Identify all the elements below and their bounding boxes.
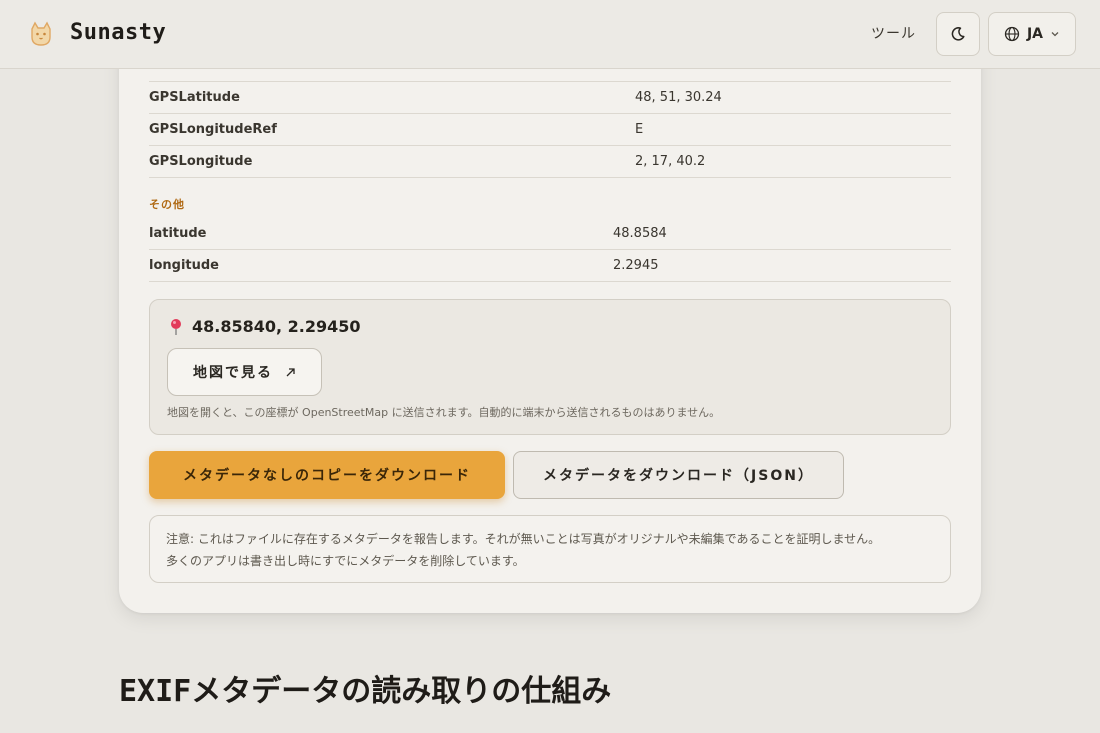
top-header: Sunasty ツール JA (0, 0, 1100, 69)
table-row: latitude 48.8584 (149, 218, 951, 250)
cat-logo-icon[interactable] (26, 19, 56, 49)
chevron-down-icon (1051, 32, 1059, 37)
table-row: GPSLatitude 48, 51, 30.24 (149, 82, 951, 114)
notice-line-2: 多くのアプリは書き出し時にすでにメタデータを削除しています。 (166, 554, 525, 568)
table-row: GPSLongitude 2, 17, 40.2 (149, 146, 951, 178)
row-key: GPSLongitude (149, 154, 253, 169)
language-label: JA (1026, 26, 1044, 42)
row-key: longitude (149, 258, 219, 273)
coordinates-text: 48.85840, 2.29450 (192, 317, 361, 336)
row-key: latitude (149, 226, 207, 241)
row-key: GPSLatitude (149, 90, 240, 105)
section-title-other: その他 (149, 198, 185, 211)
section-heading: EXIFメタデータの読み取りの仕組み (119, 666, 611, 710)
theme-toggle-button[interactable] (936, 12, 980, 56)
location-panel: 48.85840, 2.29450 地図で見る 地図を開くと、この座標が Ope… (149, 299, 951, 435)
brand-name[interactable]: Sunasty (70, 20, 166, 45)
row-value: 2.2945 (613, 258, 659, 273)
view-on-map-label: 地図で見る (193, 365, 273, 381)
disclaimer-notice: 注意: これはファイルに存在するメタデータを報告します。それが無いことは写真がオ… (149, 515, 951, 583)
metadata-card: GPSLatitudeRef N GPSLatitude 48, 51, 30.… (119, 30, 981, 613)
external-arrow-icon (286, 367, 295, 376)
view-on-map-button[interactable]: 地図で見る (167, 348, 322, 396)
map-pin-icon (171, 318, 181, 335)
row-key: GPSLongitudeRef (149, 122, 277, 137)
nav-tools-link[interactable]: ツール (871, 23, 916, 43)
download-stripped-copy-button[interactable]: メタデータなしのコピーをダウンロード (149, 451, 505, 499)
table-row: longitude 2.2945 (149, 250, 951, 282)
section-heading-mono: EXIF (119, 674, 192, 709)
globe-icon (1004, 26, 1020, 42)
section-heading-rest: メタデータの読み取りの仕組み (191, 674, 612, 709)
row-value: 48, 51, 30.24 (635, 90, 722, 105)
download-json-button[interactable]: メタデータをダウンロード（JSON） (513, 451, 844, 499)
row-value: 48.8584 (613, 226, 667, 241)
notice-line-1: 注意: これはファイルに存在するメタデータを報告します。それが無いことは写真がオ… (166, 532, 881, 546)
table-row: GPSLongitudeRef E (149, 114, 951, 146)
row-value: 2, 17, 40.2 (635, 154, 706, 169)
row-value: E (635, 122, 644, 137)
moon-icon (951, 27, 965, 41)
language-select-button[interactable]: JA (988, 12, 1076, 56)
map-privacy-note: 地図を開くと、この座標が OpenStreetMap に送信されます。自動的に端… (167, 406, 721, 419)
coordinates: 48.85840, 2.29450 (168, 317, 361, 336)
